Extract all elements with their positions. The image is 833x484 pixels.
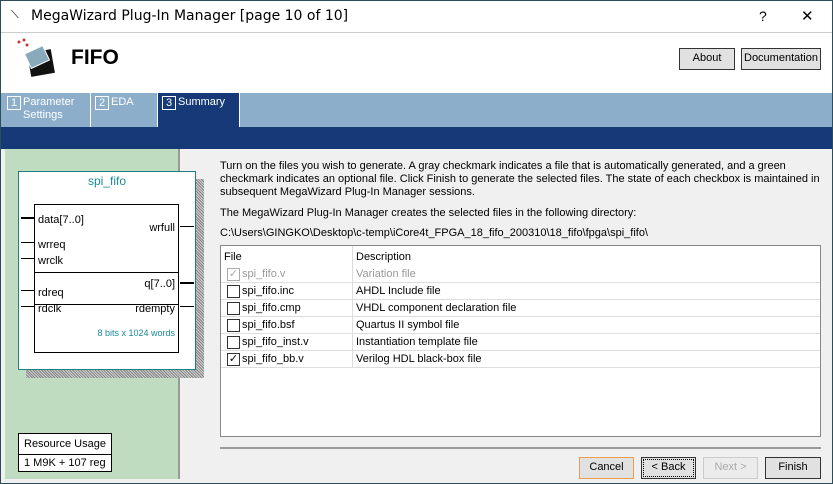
tab-label: Summary: [178, 96, 226, 108]
tab-summary[interactable]: 3 Summary: [158, 93, 240, 127]
file-description: Instantiation template file: [356, 336, 478, 348]
table-header: File Description: [221, 248, 820, 265]
port-wrreq: wrreq: [38, 239, 66, 251]
file-name: spi_fifo.cmp: [242, 302, 301, 314]
window-title: MegaWizard Plug-In Manager [page 10 of 1…: [31, 8, 349, 24]
megawizard-window: ⟍ MegaWizard Plug-In Manager [page 10 of…: [0, 0, 833, 484]
file-checkbox[interactable]: ✓: [227, 353, 240, 366]
table-row: spi_fifo.inc AHDL Include file: [221, 283, 820, 300]
port-q: q[7..0]: [144, 278, 175, 290]
port-wrclk: wrclk: [38, 255, 64, 267]
documentation-button[interactable]: Documentation: [741, 48, 821, 70]
table-row: spi_fifo.bsf Quartus II symbol file: [221, 317, 820, 334]
column-header-file: File: [224, 251, 242, 263]
help-button[interactable]: ?: [759, 8, 767, 24]
file-table: File Description ✓ spi_fifo.v Variation …: [220, 245, 821, 437]
about-button[interactable]: About: [679, 48, 735, 70]
tab-eda[interactable]: 2 EDA: [91, 93, 158, 127]
file-description: Variation file: [356, 268, 416, 280]
cancel-button[interactable]: Cancel: [579, 457, 634, 479]
port-data: data[7..0]: [38, 214, 84, 226]
directory-path: C:\Users\GINGKO\Desktop\c-temp\iCore4t_F…: [220, 227, 648, 239]
file-checkbox: ✓: [227, 268, 240, 281]
back-button[interactable]: < Back: [641, 457, 696, 479]
separator: [220, 447, 821, 449]
symbol-info: 8 bits x 1024 words: [97, 328, 175, 338]
port-rdreq: rdreq: [38, 287, 64, 299]
file-name: spi_fifo.bsf: [242, 319, 295, 331]
header: FIFO About Documentation: [1, 32, 832, 93]
tab-band: [1, 127, 832, 149]
next-button: Next >: [703, 457, 758, 479]
file-name: spi_fifo.inc: [242, 285, 294, 297]
instructions-text: Turn on the files you wish to generate. …: [220, 160, 820, 198]
title-bar: ⟍ MegaWizard Plug-In Manager [page 10 of…: [1, 1, 832, 32]
file-checkbox[interactable]: [227, 302, 240, 315]
resource-value: 1 M9K + 107 reg: [24, 457, 106, 469]
close-button[interactable]: ✕: [801, 7, 814, 25]
port-rdclk: rdclk: [38, 303, 62, 315]
file-name: spi_fifo_inst.v: [242, 336, 309, 348]
resource-usage-box: Resource Usage 1 M9K + 107 reg: [18, 433, 112, 472]
tab-label: EDA: [111, 96, 134, 108]
port-rdempty: rdempty: [135, 303, 175, 315]
table-row: ✓ spi_fifo_bb.v Verilog HDL black-box fi…: [221, 351, 820, 368]
file-checkbox[interactable]: [227, 336, 240, 349]
fifo-symbol: spi_fifo data[7..0] wrreq wrclk rdreq rd…: [18, 171, 196, 370]
chip-logo-icon: [17, 38, 55, 77]
directory-label: The MegaWizard Plug-In Manager creates t…: [220, 207, 637, 219]
table-row: spi_fifo.cmp VHDL component declaration …: [221, 300, 820, 317]
table-row: spi_fifo_inst.v Instantiation template f…: [221, 334, 820, 351]
symbol-name: spi_fifo: [87, 174, 127, 188]
port-wrfull: wrfull: [149, 222, 175, 234]
finish-button[interactable]: Finish: [765, 457, 821, 479]
tab-bar: 1 Parameter Settings 2 EDA 3 Summary: [1, 93, 832, 127]
tab-number: 3: [162, 96, 176, 110]
file-description: VHDL component declaration file: [356, 302, 517, 314]
column-header-description: Description: [356, 251, 412, 263]
file-description: Verilog HDL black-box file: [356, 353, 482, 365]
tab-label: Parameter Settings: [23, 96, 75, 121]
file-name: spi_fifo.v: [242, 268, 286, 280]
wand-icon: ⟍: [11, 9, 19, 21]
tab-parameter-settings[interactable]: 1 Parameter Settings: [3, 93, 91, 127]
file-name: spi_fifo_bb.v: [242, 353, 304, 365]
file-checkbox[interactable]: [227, 285, 240, 298]
tab-number: 2: [95, 96, 109, 110]
page-title: FIFO: [71, 46, 119, 69]
symbol-body: data[7..0] wrreq wrclk rdreq rdclk wrful…: [34, 204, 179, 353]
resource-title: Resource Usage: [19, 434, 111, 455]
table-row: ✓ spi_fifo.v Variation file: [221, 266, 820, 283]
file-description: AHDL Include file: [356, 285, 441, 297]
file-description: Quartus II symbol file: [356, 319, 460, 331]
file-checkbox[interactable]: [227, 319, 240, 332]
tab-number: 1: [7, 96, 21, 110]
